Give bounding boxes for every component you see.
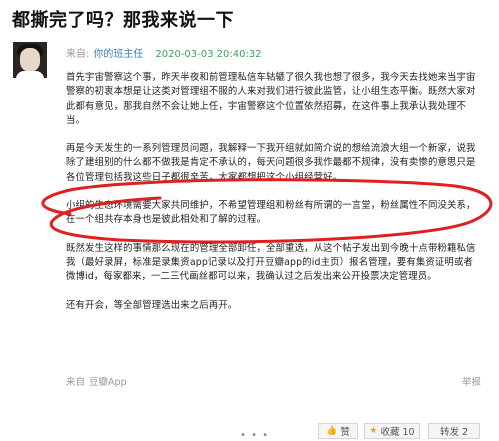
favorite-button[interactable]: ★ 收藏 10 [364,423,420,439]
paragraph: 还有开会，等全部管理选出来之后再开。 [66,299,238,311]
post-meta: 来自: 你的班主任 2020-03-03 20:40:32 [66,45,262,60]
source-from-label: 来自 [66,377,86,388]
post-source: 来自 豆瓣App [66,374,127,388]
author-link[interactable]: 你的班主任 [93,49,143,60]
favorite-label: 收藏 10 [380,427,415,438]
avatar-face [20,48,40,72]
post-time: 2020-03-03 20:40:32 [155,49,262,60]
post-body: 首先宇宙警察这个事，昨天半夜和前管理私信车轱辘了很久我也想了很多，我今天去找她来… [66,71,480,327]
report-link[interactable]: 举报 [462,374,481,388]
more-dots[interactable]: • • • [240,430,269,441]
avatar-shirt [16,71,44,78]
like-button[interactable]: 👍 赞 [318,423,358,439]
source-app-link[interactable]: 豆瓣App [89,377,127,388]
paragraph: 再是今天发生的一系列管理员问题，我解释一下我开组就如简介说的想给流浪大组一个新家… [66,143,476,183]
paragraph: 首先宇宙警察这个事，昨天半夜和前管理私信车轱辘了很久我也想了很多，我今天去找她来… [66,72,476,126]
avatar[interactable] [13,42,47,78]
share-label: 转发 2 [439,427,469,438]
star-icon: ★ [369,426,378,436]
thumbs-up-icon: 👍 [326,426,338,436]
post-title: 都撕完了吗？那我来说一下 [12,10,234,31]
from-label: 来自: [66,49,90,60]
paragraph-circled: 小组的生态环境需要大家共同维护，不希望管理组和粉丝有所谓的一言堂，粉丝属性不同没… [66,200,476,226]
paragraph: 既然发生这样的事情那么现在的管理全部卸任，全部重选，从这个帖子发出到今晚十点带粉… [66,242,476,283]
share-button[interactable]: 转发 2 [428,423,480,439]
like-label: 赞 [340,427,350,438]
